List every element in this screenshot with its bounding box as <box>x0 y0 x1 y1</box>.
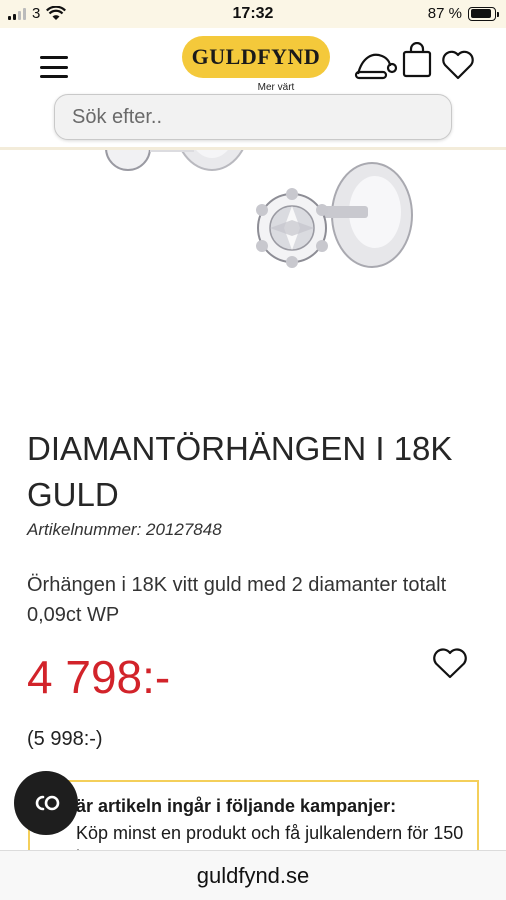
chat-icon <box>35 795 60 811</box>
status-bar: 3 17:32 87 % <box>0 0 506 28</box>
article-number: Artikelnummer: 20127848 <box>27 520 222 539</box>
chat-button[interactable] <box>14 771 78 835</box>
product-description: Örhängen i 18K vitt guld med 2 diamanter… <box>27 574 447 626</box>
url-text: guldfynd.se <box>196 862 310 888</box>
heart-icon[interactable] <box>441 50 475 80</box>
santa-hat-icon[interactable] <box>354 48 398 80</box>
menu-icon-bar <box>40 75 68 78</box>
search-box[interactable] <box>54 94 452 140</box>
shopping-bag-icon[interactable] <box>402 42 432 78</box>
menu-icon-bar <box>40 56 68 59</box>
product-price: 4 798:- <box>27 651 171 703</box>
logo-tagline: Mer värt <box>257 82 295 93</box>
logo[interactable]: GULDFYND Mer värt <box>182 36 330 100</box>
product-title: DIAMANTÖRHÄNGEN I 18K GULD <box>27 430 453 513</box>
battery-percent: 87 % <box>427 5 462 22</box>
old-price: (5 998:-) <box>27 728 103 750</box>
earring-front-icon <box>256 162 413 268</box>
logo-text: GULDFYND <box>182 36 330 78</box>
battery-icon <box>468 6 499 21</box>
status-right: 87 % <box>427 5 499 22</box>
battery-fill <box>470 9 491 18</box>
browser-url-bar[interactable]: guldfynd.se <box>0 850 506 900</box>
campaign-title: är artikeln ingår i följande kampanjer: <box>76 796 397 816</box>
wishlist-heart-icon[interactable] <box>432 648 468 680</box>
search-input[interactable] <box>72 105 451 129</box>
menu-button[interactable] <box>40 56 68 78</box>
site-header: GULDFYND Mer värt <box>0 28 506 150</box>
menu-icon-bar <box>40 65 68 69</box>
